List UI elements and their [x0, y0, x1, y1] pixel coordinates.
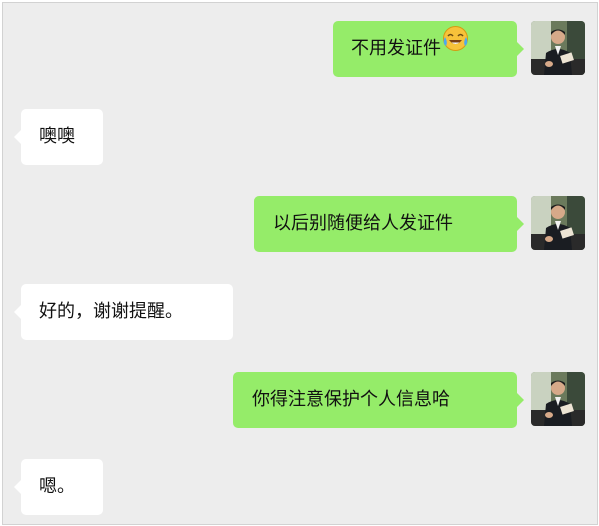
message-text: 嗯。 [39, 476, 75, 497]
message-bubble-incoming[interactable]: 嗯。 [14, 459, 103, 515]
message-bubble-incoming[interactable]: 好的，谢谢提醒。 [14, 284, 233, 340]
chat-window: 不用发证件 噢噢 以后别随便给人发证件 好的，谢谢提醒。 你得注意保护个人信息哈… [2, 2, 598, 525]
message-text: 噢噢 [39, 126, 75, 147]
message-bubble-outgoing[interactable]: 你得注意保护个人信息哈 [233, 372, 524, 428]
message-bubble-outgoing[interactable]: 不用发证件 [333, 19, 524, 77]
laughing-with-tears-emoji-icon [442, 19, 469, 75]
message-text: 好的，谢谢提醒。 [39, 301, 183, 322]
avatar[interactable] [531, 21, 585, 75]
avatar[interactable] [531, 196, 585, 250]
message-text: 以后别随便给人发证件 [273, 213, 453, 234]
man-reading-book-avatar-icon [531, 21, 585, 75]
message-bubble-incoming[interactable]: 噢噢 [14, 109, 103, 165]
message-text: 不用发证件 [351, 38, 441, 59]
message-bubble-outgoing[interactable]: 以后别随便给人发证件 [254, 196, 524, 252]
man-reading-book-avatar-icon [531, 372, 585, 426]
message-text: 你得注意保护个人信息哈 [252, 389, 450, 410]
avatar[interactable] [531, 372, 585, 426]
man-reading-book-avatar-icon [531, 196, 585, 250]
